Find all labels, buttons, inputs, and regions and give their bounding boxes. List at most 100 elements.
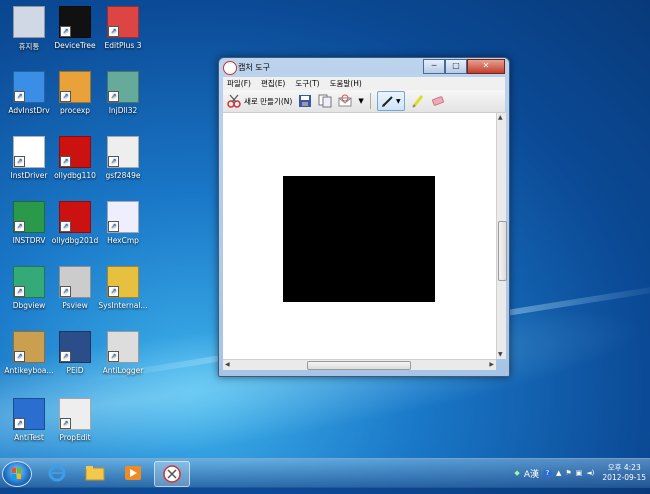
send-email-icon[interactable]: [338, 94, 352, 108]
taskbar-snipping-tool[interactable]: [154, 461, 190, 487]
menu-file[interactable]: 파일(F): [227, 78, 251, 89]
desktop-icon-injdll32[interactable]: ↗ InjDll32: [96, 71, 150, 115]
shortcut-arrow-icon: ↗: [108, 286, 119, 297]
desktop-icon-label: gsf2849e: [105, 171, 141, 180]
minimize-button[interactable]: ─: [423, 59, 445, 74]
menu-edit[interactable]: 편집(E): [261, 78, 285, 89]
internet-explorer-icon: [48, 464, 66, 482]
captured-image: [283, 176, 435, 302]
desktop-icon-ollydbg110[interactable]: ↗ ollydbg110: [48, 136, 102, 180]
shortcut-arrow-icon: ↗: [14, 418, 25, 429]
editplus-icon: ↗: [107, 6, 139, 38]
snipping-tool-icon: [163, 465, 181, 483]
shortcut-arrow-icon: ↗: [108, 221, 119, 232]
window-app-icon: ↗: [107, 71, 139, 103]
vertical-scrollbar[interactable]: ▲ ▼: [496, 113, 507, 359]
desktop-icon-label: AntiLogger: [102, 366, 144, 375]
taskbar-internet-explorer[interactable]: [40, 461, 74, 485]
desktop-icon-procexp[interactable]: ↗ procexp: [48, 71, 102, 115]
ollydbg-bug-icon: ↗: [59, 136, 91, 168]
taskbar-explorer[interactable]: [78, 461, 112, 485]
clock-date: 2012-09-15: [602, 473, 646, 482]
shortcut-arrow-icon: ↗: [108, 26, 119, 37]
system-tray: ◆ A漢 ? ▲ ⚑ ▣ ◄) 오후 4:23 2012-09-15: [514, 462, 646, 484]
new-capture-button[interactable]: 새로 만들기(N): [227, 94, 292, 108]
windows-logo-icon: [12, 468, 21, 479]
volume-icon[interactable]: ◄): [586, 469, 594, 477]
desktop-icon-propedit[interactable]: ↗ PropEdit: [48, 398, 102, 442]
taskbar-media-player[interactable]: [116, 461, 150, 485]
instdrv-green-icon: ↗: [13, 201, 45, 233]
shortcut-arrow-icon: ↗: [108, 156, 119, 167]
action-center-icon[interactable]: ⚑: [565, 469, 571, 477]
desktop-icon-label: ollydbg201d: [51, 236, 99, 245]
network-icon[interactable]: ▣: [576, 469, 583, 477]
desktop-icon-label: SysInternal...: [98, 301, 148, 310]
shortcut-arrow-icon: ↗: [108, 91, 119, 102]
desktop-icon-devicetree[interactable]: ↗ DeviceTree: [48, 6, 102, 50]
pen-icon: [381, 96, 393, 107]
shortcut-arrow-icon: ↗: [108, 351, 119, 362]
scroll-down-icon[interactable]: ▼: [498, 351, 503, 358]
desktop-icon-hexcmp[interactable]: ↗ HexCmp: [96, 201, 150, 245]
desktop-icon-label: Psview: [62, 301, 88, 310]
menu-tools[interactable]: 도구(T): [295, 78, 319, 89]
copy-icon[interactable]: [318, 94, 332, 108]
eraser-icon[interactable]: [431, 94, 445, 108]
snipping-tool-window[interactable]: 캡처 도구 ─ □ ✕ 파일(F) 편집(E) 도구(T) 도움말(H) 새로 …: [218, 57, 510, 377]
desktop-icon-peid[interactable]: ↗ PEiD: [48, 331, 102, 375]
desktop-icon-sysinternal-[interactable]: ↗ SysInternal...: [96, 266, 150, 310]
start-button[interactable]: [2, 461, 32, 487]
shortcut-arrow-icon: ↗: [60, 26, 71, 37]
bug-icon: ↗: [13, 266, 45, 298]
desktop-icon-label: PEiD: [66, 366, 84, 375]
folder-icon: ↗: [107, 266, 139, 298]
keyboard-icon: ↗: [13, 331, 45, 363]
clock-time: 오후 4:23: [607, 463, 641, 472]
shortcut-arrow-icon: ↗: [14, 286, 25, 297]
inst-drv-icon: ↗: [13, 136, 45, 168]
desktop-icon-psview[interactable]: ↗ Psview: [48, 266, 102, 310]
horizontal-scrollbar[interactable]: ◀ ▶: [223, 359, 496, 370]
desktop-icon-label: DeviceTree: [54, 41, 96, 50]
show-hidden-icons[interactable]: ▲: [556, 469, 561, 477]
magnifier-icon: ↗: [59, 266, 91, 298]
send-dropdown-icon[interactable]: ▼: [358, 97, 363, 105]
menu-bar: 파일(F) 편집(E) 도구(T) 도움말(H): [223, 77, 505, 90]
title-bar[interactable]: 캡처 도구 ─ □ ✕: [219, 58, 509, 76]
desktop-icon-label: HexCmp: [107, 236, 139, 245]
clock[interactable]: 오후 4:23 2012-09-15: [602, 463, 646, 483]
scissors-icon: [227, 94, 241, 108]
propedit-icon: ↗: [59, 398, 91, 430]
desktop-icon-gsf2849e[interactable]: ↗ gsf2849e: [96, 136, 150, 180]
shield-icon: ↗: [13, 398, 45, 430]
maximize-button[interactable]: □: [445, 59, 467, 74]
desktop-icon-editplus-3[interactable]: ↗ EditPlus 3: [96, 6, 150, 50]
desktop-icon-ollydbg201d[interactable]: ↗ ollydbg201d: [48, 201, 102, 245]
recycle-bin-icon: [13, 6, 45, 38]
desktop-icon-label: InjDll32: [108, 106, 138, 115]
highlighter-icon[interactable]: [411, 94, 425, 108]
shortcut-arrow-icon: ↗: [14, 91, 25, 102]
desktop-icon-label: PropEdit: [59, 433, 91, 442]
desktop-icon-label: procexp: [59, 106, 91, 115]
explorer-folder-icon: [85, 466, 105, 481]
scroll-left-icon[interactable]: ◀: [225, 361, 230, 368]
ime-indicator[interactable]: A漢: [524, 467, 539, 480]
gmer-icon: ↗: [107, 136, 139, 168]
menu-help[interactable]: 도움말(H): [330, 78, 362, 89]
capture-canvas[interactable]: [223, 113, 496, 359]
language-bar-icon[interactable]: ◆: [514, 469, 519, 477]
horizontal-scroll-thumb[interactable]: [307, 361, 411, 370]
scroll-up-icon[interactable]: ▲: [498, 114, 503, 121]
shortcut-arrow-icon: ↗: [60, 221, 71, 232]
scroll-right-icon[interactable]: ▶: [489, 361, 494, 368]
devicetree-icon: ↗: [59, 6, 91, 38]
desktop-icon-antilogger[interactable]: ↗ AntiLogger: [96, 331, 150, 375]
pen-dropdown-icon: ▼: [395, 97, 401, 105]
save-icon[interactable]: [298, 94, 312, 108]
vertical-scroll-thumb[interactable]: [498, 221, 507, 281]
pen-button[interactable]: ▼: [376, 91, 405, 111]
close-button[interactable]: ✕: [467, 59, 505, 74]
help-icon[interactable]: ?: [542, 468, 552, 478]
